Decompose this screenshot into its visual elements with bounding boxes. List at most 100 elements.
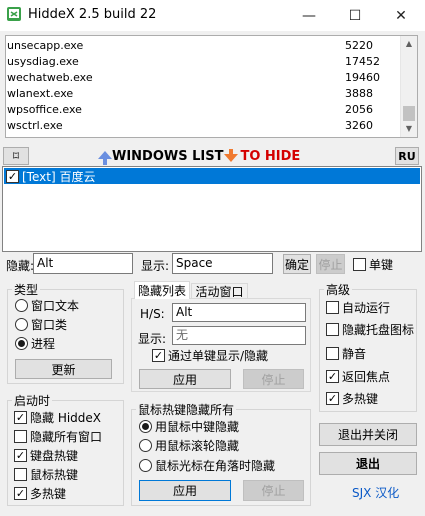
process-row[interactable]: wpsoffice.exe 2056 (6, 102, 401, 118)
process-row[interactable]: wlanext.exe 3888 (6, 86, 401, 102)
startup-multi-hotkey-checkbox[interactable]: ✓ (14, 486, 27, 500)
radio-process[interactable] (15, 336, 28, 350)
advanced-option-label: 静音 (342, 346, 367, 361)
mouse-option-label: 用鼠标中键隐藏 (155, 419, 240, 434)
to-hide-label: TO HIDE (240, 148, 301, 164)
process-list-scrollbar[interactable]: ▲ ▼ (400, 36, 417, 137)
process-pid: 3888 (345, 87, 373, 100)
advanced-option-mute[interactable]: 静音 (326, 344, 366, 362)
list-header: WINDOWS LIST TO HIDE (98, 146, 300, 166)
advanced-option-label: 隐藏托盘图标 (342, 322, 415, 337)
hide-list[interactable]: ✓ [Text] 百度云 (2, 166, 422, 252)
advanced-option-label: 多热键 (342, 391, 379, 406)
tab-show-field[interactable]: 无 (172, 326, 306, 345)
startup-group-title: 启动时 (12, 392, 53, 409)
advanced-option-multi-hotkey[interactable]: ✓ 多热键 (326, 389, 378, 407)
maximize-button[interactable]: ☐ (332, 0, 378, 31)
type-option-window-class[interactable]: 窗口类 (15, 315, 67, 333)
startup-option-hide-all[interactable]: 隐藏所有窗口 (14, 427, 102, 445)
single-key-toggle-checkbox[interactable]: ✓ (152, 348, 165, 362)
close-icon: ✕ (395, 7, 407, 24)
startup-option-hide-hiddex[interactable]: ✓ 隐藏 HiddeX (14, 408, 101, 426)
stop-tab-button[interactable]: 停止 (243, 369, 304, 389)
advanced-option-return-focus[interactable]: ✓ 返回焦点 (326, 367, 390, 385)
mouse-option-label: 用鼠标滚轮隐藏 (155, 438, 240, 453)
process-row[interactable]: usysdiag.exe 17452 (6, 54, 401, 70)
stop-hotkey-button[interactable]: 停止 (316, 254, 345, 274)
type-option-window-text[interactable]: 窗口文本 (15, 296, 79, 314)
mouse-group-title: 鼠标热键隐藏所有 (136, 401, 237, 418)
process-name: wechatweb.exe (7, 71, 93, 84)
mouse-hotkey-checkbox[interactable] (14, 467, 27, 481)
credit-label: SJX 汉化 (352, 486, 400, 500)
advanced-option-autorun[interactable]: 自动运行 (326, 298, 390, 316)
startup-option-label: 隐藏 HiddeX (30, 410, 102, 425)
exit-button[interactable]: 退出 (319, 452, 417, 475)
radio-wheel[interactable] (139, 438, 152, 452)
show-hotkey-field[interactable]: Space (172, 253, 273, 274)
autorun-checkbox[interactable] (326, 300, 339, 314)
apply-tab-button[interactable]: 应用 (139, 369, 231, 389)
radio-middle-button[interactable] (139, 419, 152, 433)
scroll-thumb[interactable] (403, 106, 415, 121)
single-key-toggle-option[interactable]: ✓ 通过单键显示/隐藏 (152, 346, 268, 364)
keyboard-hotkey-checkbox[interactable]: ✓ (14, 448, 27, 462)
advanced-group-title: 高级 (324, 281, 353, 298)
hide-list-item[interactable]: ✓ [Text] 百度云 (4, 168, 420, 184)
hide-hiddex-checkbox[interactable]: ✓ (14, 410, 27, 424)
close-button[interactable]: ✕ (378, 0, 424, 31)
process-list[interactable]: unsecapp.exe 5220 usysdiag.exe 17452 wec… (5, 35, 418, 138)
hide-hotkey-label: 隐藏: (6, 259, 35, 273)
return-focus-checkbox[interactable]: ✓ (326, 369, 339, 383)
process-name: usysdiag.exe (7, 55, 79, 68)
process-row[interactable]: unsecapp.exe 5220 (6, 38, 401, 54)
mute-checkbox[interactable] (326, 346, 339, 360)
startup-option-label: 多热键 (30, 486, 67, 501)
single-key-checkbox[interactable] (353, 257, 366, 271)
title-bar: HiddeX 2.5 build 22 — ☐ ✕ (0, 0, 425, 31)
arrow-up-stem (103, 159, 107, 165)
refresh-button[interactable]: 更新 (15, 359, 112, 379)
single-key-option[interactable]: 单键 (353, 255, 393, 273)
language-ru-button[interactable]: RU (395, 147, 419, 165)
process-row[interactable]: wechatweb.exe 19460 (6, 70, 401, 86)
hide-all-checkbox[interactable] (14, 429, 27, 443)
process-name: unsecapp.exe (7, 39, 84, 52)
apply-mouse-button[interactable]: 应用 (139, 480, 231, 501)
scroll-down-icon[interactable]: ▼ (401, 121, 417, 137)
mouse-option-wheel[interactable]: 用鼠标滚轮隐藏 (139, 436, 239, 454)
process-name: wsctrl.exe (7, 119, 63, 132)
tab-active-window[interactable]: 活动窗口 (191, 283, 248, 299)
ok-button[interactable]: 确定 (283, 254, 311, 274)
mouse-option-corner[interactable]: 鼠标光标在角落时隐藏 (139, 456, 275, 474)
minimize-button[interactable]: — (286, 0, 332, 31)
hide-hotkey-field[interactable]: Alt (33, 253, 133, 274)
mouse-option-middle[interactable]: 用鼠标中键隐藏 (139, 417, 239, 435)
type-option-label: 窗口类 (31, 317, 68, 332)
tab-hide-list[interactable]: 隐藏列表 (134, 281, 190, 299)
advanced-option-hide-tray[interactable]: 隐藏托盘图标 (326, 320, 414, 338)
startup-option-keyboard-hotkey[interactable]: ✓ 键盘热键 (14, 446, 78, 464)
show-hotkey-label: 显示: (141, 259, 170, 273)
startup-option-multi-hotkey[interactable]: ✓ 多热键 (14, 484, 66, 502)
type-option-process[interactable]: 进程 (15, 334, 55, 352)
advanced-option-label: 自动运行 (342, 300, 391, 315)
single-key-toggle-label: 通过单键显示/隐藏 (168, 348, 269, 363)
radio-corner[interactable] (139, 458, 152, 472)
radio-window-class[interactable] (15, 317, 28, 331)
hs-field[interactable]: Alt (172, 303, 306, 322)
stop-mouse-button[interactable]: 停止 (243, 480, 304, 501)
process-pid: 17452 (345, 55, 380, 68)
scroll-up-icon[interactable]: ▲ (401, 36, 417, 52)
radio-window-text[interactable] (15, 298, 28, 312)
minimize-icon: — (302, 7, 316, 24)
startup-option-label: 键盘热键 (30, 448, 79, 463)
pin-button[interactable]: ⌑ (3, 147, 29, 165)
hide-item-checkbox[interactable]: ✓ (6, 169, 19, 183)
process-row[interactable]: wsctrl.exe 3260 (6, 118, 401, 134)
multi-hotkey-checkbox[interactable]: ✓ (326, 391, 339, 405)
startup-option-label: 鼠标热键 (30, 467, 79, 482)
exit-and-close-button[interactable]: 退出并关闭 (319, 423, 417, 446)
startup-option-mouse-hotkey[interactable]: 鼠标热键 (14, 465, 78, 483)
hide-tray-checkbox[interactable] (326, 322, 339, 336)
